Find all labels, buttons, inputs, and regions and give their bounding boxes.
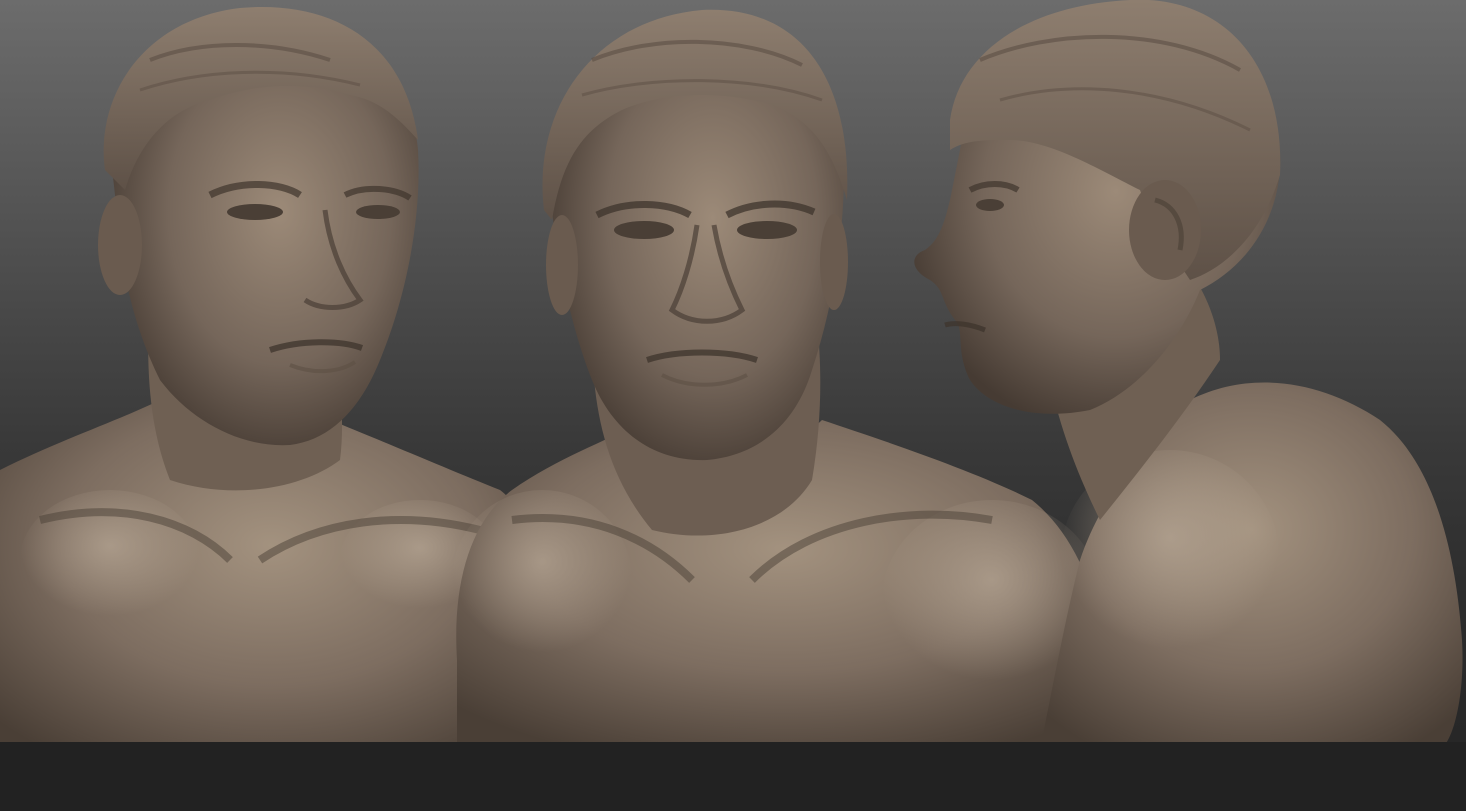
ear [546,215,578,315]
profile-view [914,0,1463,750]
eye [976,199,1004,211]
eye [356,205,400,219]
ear [1129,180,1201,280]
floor-band [0,742,1466,811]
sculpt-viewport [0,0,1466,811]
eye [737,221,797,239]
ear [820,214,848,310]
eye [227,204,283,220]
eye [614,221,674,239]
ear [98,195,142,295]
